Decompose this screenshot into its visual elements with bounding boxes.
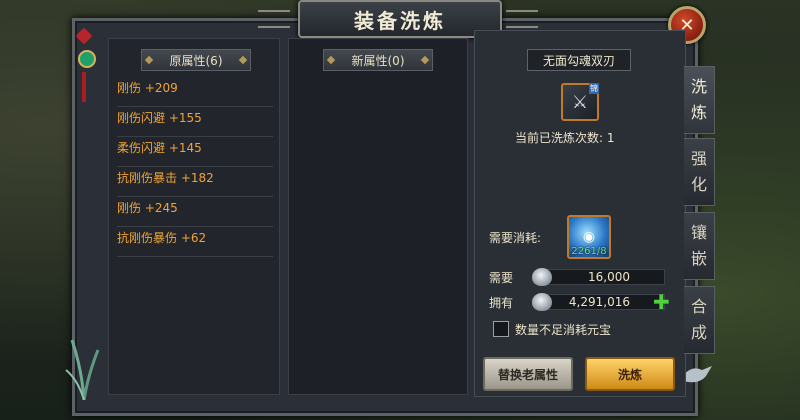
tab-label: 镶 嵌 bbox=[690, 223, 707, 268]
original-attributes-list: 刚伤 +209 刚伤闪避 +155 柔伤闪避 +145 抗刚伤暴击 +182 刚… bbox=[117, 77, 273, 257]
jade-pendant-decoration bbox=[75, 27, 96, 102]
need-label: 需要 bbox=[489, 271, 514, 285]
wash-stone-slot[interactable]: ◉ 2261/8 bbox=[567, 215, 611, 259]
attribute-row: 刚伤闪避 +155 bbox=[117, 107, 273, 137]
equipment-slot[interactable]: ⚔ 锦 bbox=[561, 83, 599, 121]
window-title: 装备洗炼 bbox=[298, 0, 502, 38]
cost-label: 需要消耗: bbox=[489, 231, 542, 245]
wash-count-text: 当前已洗炼次数: 1 bbox=[515, 131, 615, 145]
use-ingot-checkbox[interactable] bbox=[493, 321, 509, 337]
attribute-row: 抗刚伤暴伤 +62 bbox=[117, 227, 273, 257]
have-silver-value: 4,291,016 bbox=[568, 295, 630, 309]
tab-label: 强 化 bbox=[690, 149, 707, 194]
tab-label: 洗 炼 bbox=[690, 77, 707, 122]
wash-stone-icon: ◉ bbox=[582, 229, 596, 245]
wash-control-panel: 无面勾魂双刃 ⚔ 锦 当前已洗炼次数: 1 需要消耗: ◉ 2261/8 需要 … bbox=[474, 30, 686, 397]
have-silver-bar: 4,291,016 bbox=[532, 293, 665, 311]
title-left-ornament bbox=[258, 10, 290, 28]
need-silver-bar: 16,000 bbox=[532, 268, 665, 286]
orchid-decoration bbox=[65, 339, 100, 400]
tab-enhance[interactable]: 强 化 bbox=[684, 138, 715, 206]
tab-combine[interactable]: 合 成 bbox=[684, 286, 715, 354]
plus-icon: ✚ bbox=[653, 290, 670, 314]
wash-button[interactable]: 洗炼 bbox=[585, 357, 675, 391]
equipment-grade-badge: 锦 bbox=[589, 83, 599, 94]
attribute-row: 抗刚伤暴击 +182 bbox=[117, 167, 273, 197]
tab-wash[interactable]: 洗 炼 bbox=[684, 66, 715, 134]
original-attributes-header: 原属性(6) bbox=[141, 49, 251, 71]
title-right-ornament bbox=[506, 10, 538, 28]
original-attributes-panel: 原属性(6) 刚伤 +209 刚伤闪避 +155 柔伤闪避 +145 抗刚伤暴击… bbox=[108, 38, 280, 395]
silver-ingot-icon bbox=[532, 268, 552, 286]
tab-inlay[interactable]: 镶 嵌 bbox=[684, 212, 715, 280]
add-silver-button[interactable]: ✚ bbox=[653, 290, 670, 314]
silver-ingot-icon bbox=[532, 293, 552, 311]
wash-stone-count: 2261/8 bbox=[571, 246, 607, 257]
have-label: 拥有 bbox=[489, 296, 514, 310]
attribute-row: 柔伤闪避 +145 bbox=[117, 137, 273, 167]
tab-label: 合 成 bbox=[690, 297, 707, 342]
dual-blade-icon: ⚔ bbox=[571, 91, 589, 113]
need-silver-value: 16,000 bbox=[588, 270, 630, 284]
attribute-row: 刚伤 +209 bbox=[117, 77, 273, 107]
new-attributes-header: 新属性(0) bbox=[323, 49, 433, 71]
use-ingot-checkbox-label: 数量不足消耗元宝 bbox=[515, 323, 612, 337]
replace-attributes-button[interactable]: 替换老属性 bbox=[483, 357, 573, 391]
equipment-name: 无面勾魂双刃 bbox=[527, 49, 631, 71]
new-attributes-panel: 新属性(0) bbox=[288, 38, 468, 395]
attribute-row: 刚伤 +245 bbox=[117, 197, 273, 227]
